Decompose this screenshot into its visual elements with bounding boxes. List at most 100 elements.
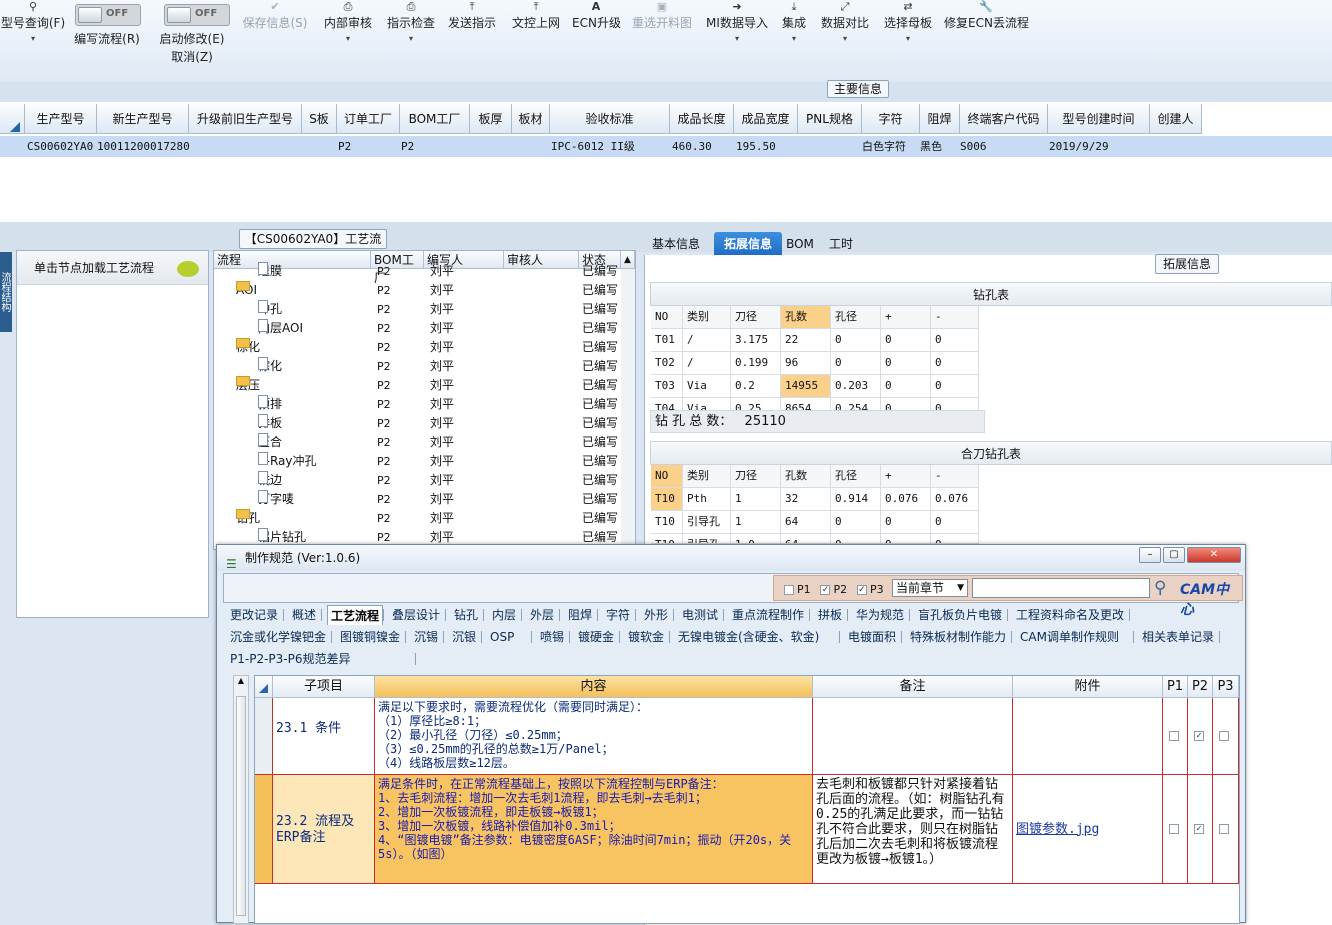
p2-checkbox[interactable]: ✓ (1194, 823, 1204, 834)
grid-header[interactable]: 字符 (862, 104, 920, 134)
grid-header[interactable]: BOM工厂 (400, 104, 470, 134)
doc-control-online-button[interactable]: ⤒ 文控上网 (510, 0, 562, 62)
spec-tab[interactable]: 拼板 (815, 605, 845, 625)
dialog-titlebar[interactable]: ☰ 制作规范 (Ver:1.0.6) – ▢ ✕ (217, 545, 1245, 571)
spec-header[interactable]: P1 (1163, 676, 1188, 698)
spec-tab[interactable]: 更改记录 (227, 605, 281, 625)
p3-checkbox[interactable] (1219, 823, 1229, 834)
table-row[interactable] (0, 136, 1332, 157)
grid-header[interactable]: 成品宽度 (734, 104, 798, 134)
spec-tab[interactable]: 外形 (641, 605, 671, 625)
tree-scrollbar[interactable] (621, 269, 635, 549)
grid-header[interactable]: 阻焊 (920, 104, 960, 134)
tree-row[interactable]: 压合 P2 刘平 已编写 (214, 433, 635, 452)
spec-tab[interactable]: 华为规范 (853, 605, 907, 625)
start-modify-toggle[interactable]: OFF (164, 4, 230, 26)
drill-header[interactable]: NO (651, 306, 683, 329)
repair-ecn-flow-button[interactable]: 🔧 修复ECN丢流程 (944, 0, 1029, 62)
tree-node[interactable]: 内层AOI (258, 319, 303, 338)
tree-node[interactable]: −层压 (236, 376, 260, 395)
grid-header[interactable]: 升级前旧生产型号 (189, 104, 302, 134)
spec-tab[interactable]: 无镍电镀金(含硬金、软金) (675, 627, 822, 647)
grid-corner[interactable] (0, 104, 25, 134)
tree-row[interactable]: −钻孔 P2 刘平 已编写 (214, 509, 635, 528)
tree-node[interactable]: 排板 (258, 414, 282, 433)
grid-header[interactable]: 型号创建时间 (1048, 104, 1150, 134)
tree-node[interactable]: −棕化 (236, 338, 260, 357)
spec-tab[interactable]: 工程资料命名及更改 (1013, 605, 1127, 625)
send-instruction-button[interactable]: ⤒ 发送指示 (446, 0, 498, 62)
row-header-cell[interactable] (255, 775, 273, 884)
spec-header[interactable]: 子项目 (273, 676, 375, 698)
spec-tab[interactable]: CAM调单制作规则 (1017, 627, 1122, 647)
spec-tab[interactable]: 沉银 (449, 627, 479, 647)
drill-header[interactable]: + (881, 306, 931, 329)
spec-tab[interactable]: 外层 (527, 605, 557, 625)
p1-checkbox[interactable] (1169, 823, 1179, 834)
spec-tab[interactable]: 电镀面积 (845, 627, 899, 647)
tree-row[interactable]: −棕化 P2 刘平 已编写 (214, 338, 635, 357)
p1-checkbox[interactable] (1169, 730, 1179, 741)
speech-bubble-icon[interactable] (177, 261, 199, 277)
content-scrollbar[interactable]: ▲ (233, 675, 249, 924)
grid-header[interactable]: 板厚 (470, 104, 512, 134)
spec-tab[interactable]: 镀软金 (625, 627, 667, 647)
filter-p2-checkbox[interactable]: ✓ (820, 584, 831, 595)
spec-tab[interactable]: 图镀铜镍金 (337, 627, 403, 647)
spec-header[interactable]: 备注 (813, 676, 1013, 698)
drill-header[interactable]: NO (651, 465, 683, 488)
tree-node[interactable]: 退膜 (258, 262, 282, 281)
scroll-up-arrow[interactable]: ▲ (234, 676, 248, 685)
cancel-label[interactable]: 取消(Z) (155, 48, 229, 66)
drill-header[interactable]: 刀径 (731, 306, 781, 329)
drill-header[interactable]: + (881, 465, 931, 488)
integrate-button[interactable]: ⤓ 集成 ▾ (778, 0, 810, 62)
spec-tab[interactable]: 喷锡 (537, 627, 567, 647)
save-info-button[interactable]: ✔ 保存信息(S) (240, 0, 310, 62)
grid-header[interactable]: 终端客户代码 (960, 104, 1048, 134)
data-compare-button[interactable]: ⤢ 数据对比 ▾ (818, 0, 872, 62)
spec-tab[interactable]: P1-P2-P3-P6规范差异 (227, 649, 353, 669)
p3-checkbox[interactable] (1219, 730, 1229, 741)
tree-row[interactable]: 铣边 P2 刘平 已编写 (214, 471, 635, 490)
grid-header[interactable]: S板 (302, 104, 337, 134)
tab-work-hours[interactable]: 工时 (824, 232, 858, 256)
tree-node[interactable]: 棕化 (258, 357, 282, 376)
spec-tab[interactable]: 特殊板材制作能力 (907, 627, 1009, 647)
grid-header[interactable]: PNL规格 (798, 104, 862, 134)
tree-row[interactable]: 冲孔 P2 刘平 已编写 (214, 300, 635, 319)
drill-header[interactable]: - (931, 306, 979, 329)
attachment-link[interactable]: 图镀参数.jpg (1016, 822, 1099, 837)
drill-header[interactable]: 类别 (683, 465, 731, 488)
tree-row[interactable]: 打字唛 P2 刘平 已编写 (214, 490, 635, 509)
model-query-button[interactable]: ⚲ 型号查询(F) ▾ (0, 0, 66, 62)
reselect-cut-drawing-button[interactable]: ▣ 重选开料图 (630, 0, 694, 62)
tree-row[interactable]: X-Ray冲孔 P2 刘平 已编写 (214, 452, 635, 471)
tree-row[interactable]: 预排 P2 刘平 已编写 (214, 395, 635, 414)
drill-header[interactable]: 孔径 (831, 465, 881, 488)
grid-header[interactable]: 成品长度 (670, 104, 734, 134)
tree-row[interactable]: 退膜 P2 刘平 已编写 (214, 262, 635, 281)
minimize-button[interactable]: – (1139, 547, 1161, 563)
spec-header[interactable]: P3 (1213, 676, 1239, 698)
tree-node[interactable]: 打字唛 (258, 490, 294, 509)
spec-tab[interactable]: OSP (487, 627, 517, 647)
tree-node[interactable]: 冲孔 (258, 300, 282, 319)
tree-node[interactable]: 压合 (258, 433, 282, 452)
spec-tab[interactable]: 沉锡 (411, 627, 441, 647)
grid-header[interactable]: 生产型号 (25, 104, 97, 134)
select-motherboard-button[interactable]: ⇄ 选择母板 ▾ (880, 0, 936, 62)
grid-header[interactable]: 验收标准 (550, 104, 670, 134)
tab-basic-info[interactable]: 基本信息 (646, 232, 706, 256)
grid-header[interactable]: 创建人 (1150, 104, 1202, 134)
drill-header[interactable]: 孔数 (781, 465, 831, 488)
spec-header[interactable]: 内容 (375, 676, 813, 698)
spec-tab[interactable]: 概述 (289, 605, 319, 625)
tree-row[interactable]: 棕化 P2 刘平 已编写 (214, 357, 635, 376)
spec-header[interactable]: P2 (1188, 676, 1213, 698)
spec-tab[interactable]: 盲孔板负片电镀 (915, 605, 1005, 625)
tab-bom[interactable]: BOM (786, 232, 814, 256)
side-tab-flow-structure[interactable]: 流程结构 (0, 252, 12, 332)
instruction-check-button[interactable]: ⎙ 指示检查 ▾ (385, 0, 437, 62)
tree-node[interactable]: 预排 (258, 395, 282, 414)
